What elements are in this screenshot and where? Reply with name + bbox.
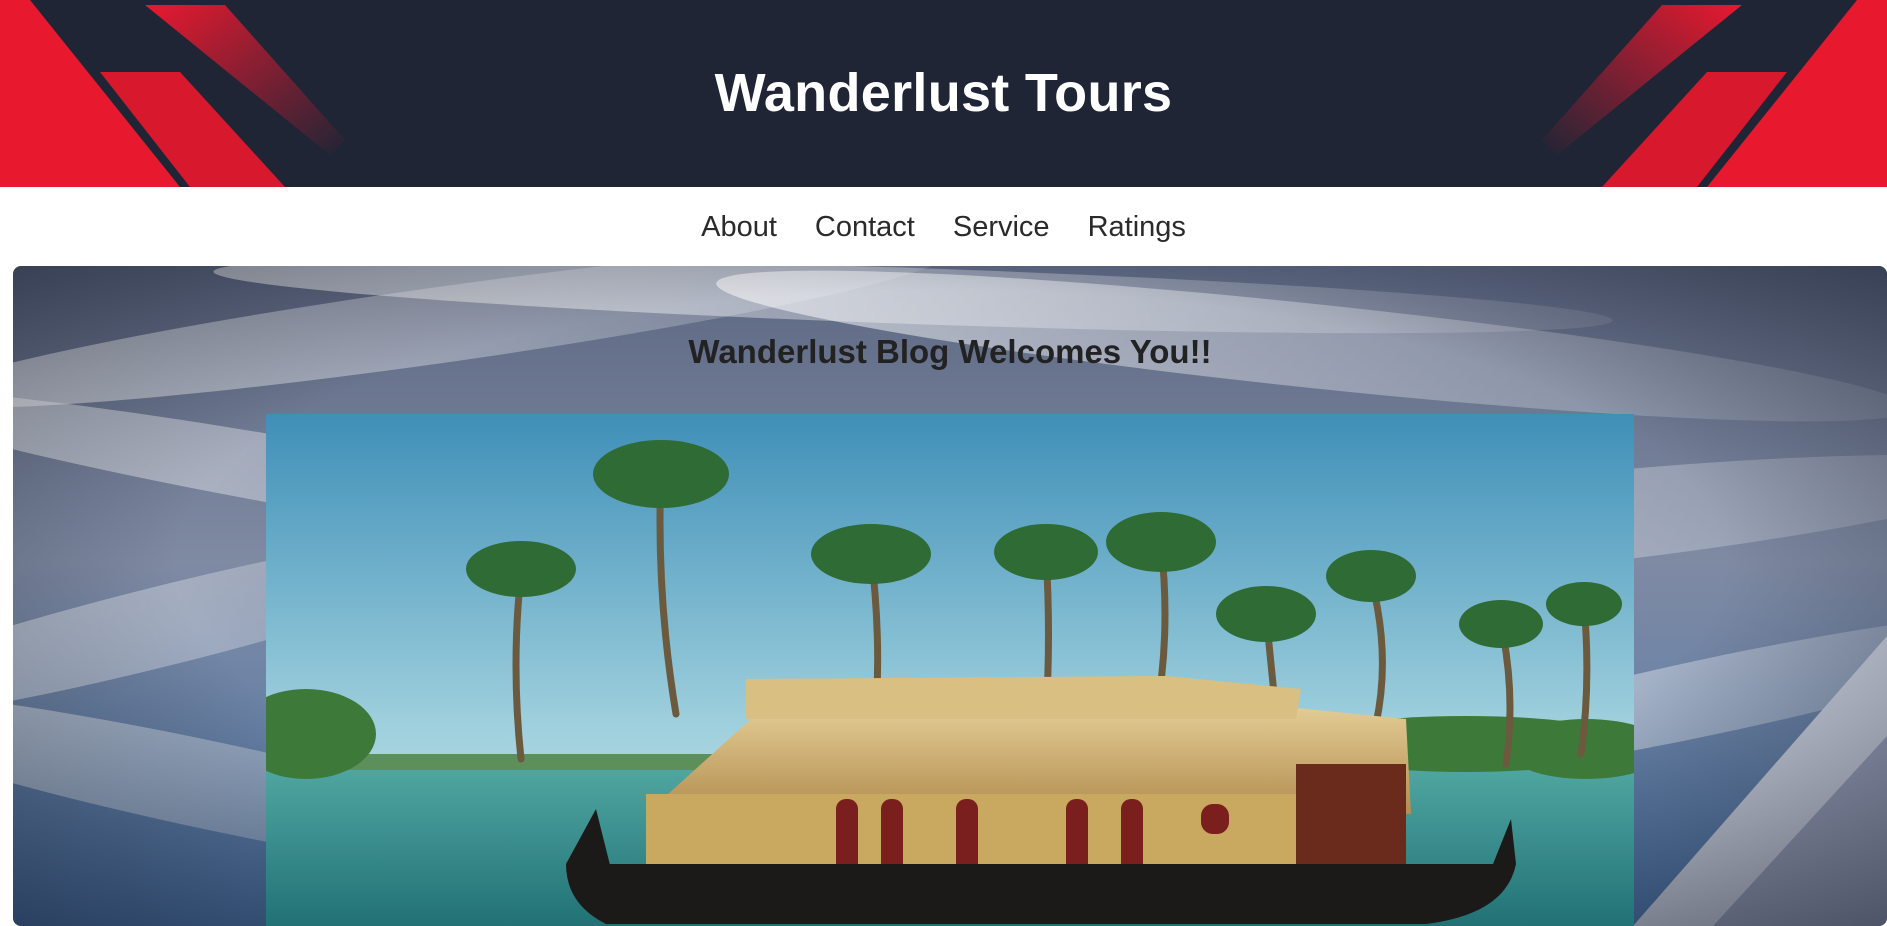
houseboat-illustration [266,414,1634,926]
nav-link-contact[interactable]: Contact [815,207,915,247]
hero-section: Wanderlust Blog Welcomes You!! [13,266,1887,926]
main-nav: About Contact Service Ratings [0,187,1887,266]
houseboat-photo [266,414,1634,926]
nav-link-ratings[interactable]: Ratings [1088,207,1186,247]
site-header: Wanderlust Tours [0,0,1887,187]
hero-heading: Wanderlust Blog Welcomes You!! [688,333,1212,370]
nav-link-about[interactable]: About [701,207,777,247]
site-title: Wanderlust Tours [714,63,1173,123]
nav-link-service[interactable]: Service [953,207,1050,247]
